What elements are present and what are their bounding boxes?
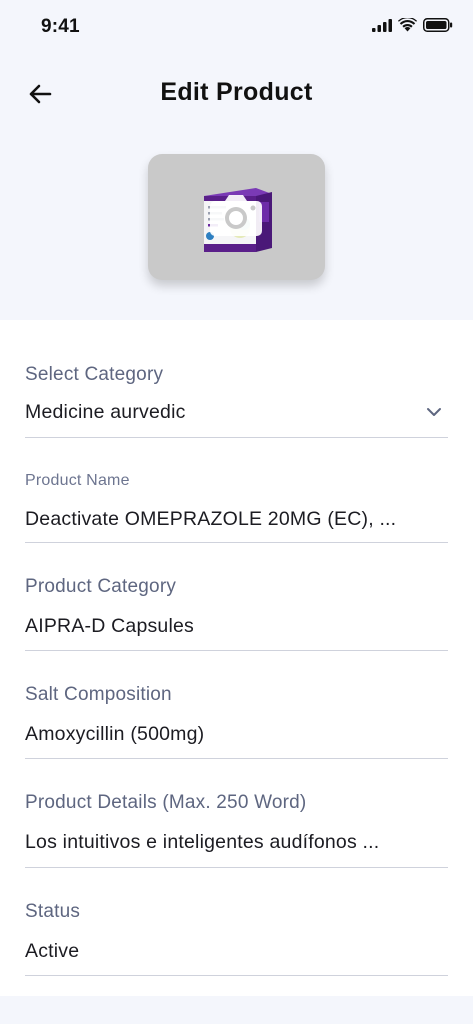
- select-category-dropdown[interactable]: Select Category Medicine aurvedic: [25, 364, 448, 438]
- select-category-label: Select Category: [25, 364, 164, 385]
- product-photo-upload[interactable]: [148, 154, 325, 280]
- product-details-input[interactable]: Los intuitivos e inteligentes audífonos …: [25, 831, 379, 854]
- status-icons: [372, 18, 453, 32]
- bottom-strip: [0, 996, 473, 1024]
- product-form: Select Category Medicine aurvedic Produc…: [0, 320, 473, 996]
- product-category-field[interactable]: Product Category AIPRA-D Capsules: [25, 576, 448, 651]
- cellular-signal-icon: [372, 18, 392, 32]
- header: Edit Product: [0, 66, 473, 122]
- status-time: 9:41: [41, 16, 80, 37]
- product-category-label: Product Category: [25, 576, 177, 597]
- salt-composition-field[interactable]: Salt Composition Amoxycillin (500mg): [25, 684, 448, 759]
- battery-icon: [423, 18, 453, 32]
- chevron-down-icon[interactable]: [426, 407, 442, 417]
- product-name-label: Product Name: [25, 472, 130, 489]
- select-category-value: Medicine aurvedic: [25, 401, 186, 423]
- salt-composition-input[interactable]: Amoxycillin (500mg): [25, 723, 204, 746]
- status-field[interactable]: Status Active: [25, 901, 448, 976]
- product-details-field[interactable]: Product Details (Max. 250 Word) Los intu…: [25, 792, 448, 868]
- product-name-input[interactable]: Deactivate OMEPRAZOLE 20MG (EC), ...: [25, 508, 396, 531]
- status-label: Status: [25, 901, 81, 922]
- product-name-field[interactable]: Product Name Deactivate OMEPRAZOLE 20MG …: [25, 472, 448, 543]
- product-details-label: Product Details (Max. 250 Word): [25, 792, 307, 813]
- page-title: Edit Product: [160, 78, 313, 106]
- salt-composition-label: Salt Composition: [25, 684, 172, 705]
- wifi-icon: [398, 18, 417, 32]
- status-input[interactable]: Active: [25, 940, 79, 963]
- product-category-input[interactable]: AIPRA-D Capsules: [25, 615, 194, 638]
- top-area: 9:41 Edit Product: [0, 0, 473, 320]
- camera-icon: [210, 195, 262, 236]
- status-bar: 9:41: [0, 0, 473, 56]
